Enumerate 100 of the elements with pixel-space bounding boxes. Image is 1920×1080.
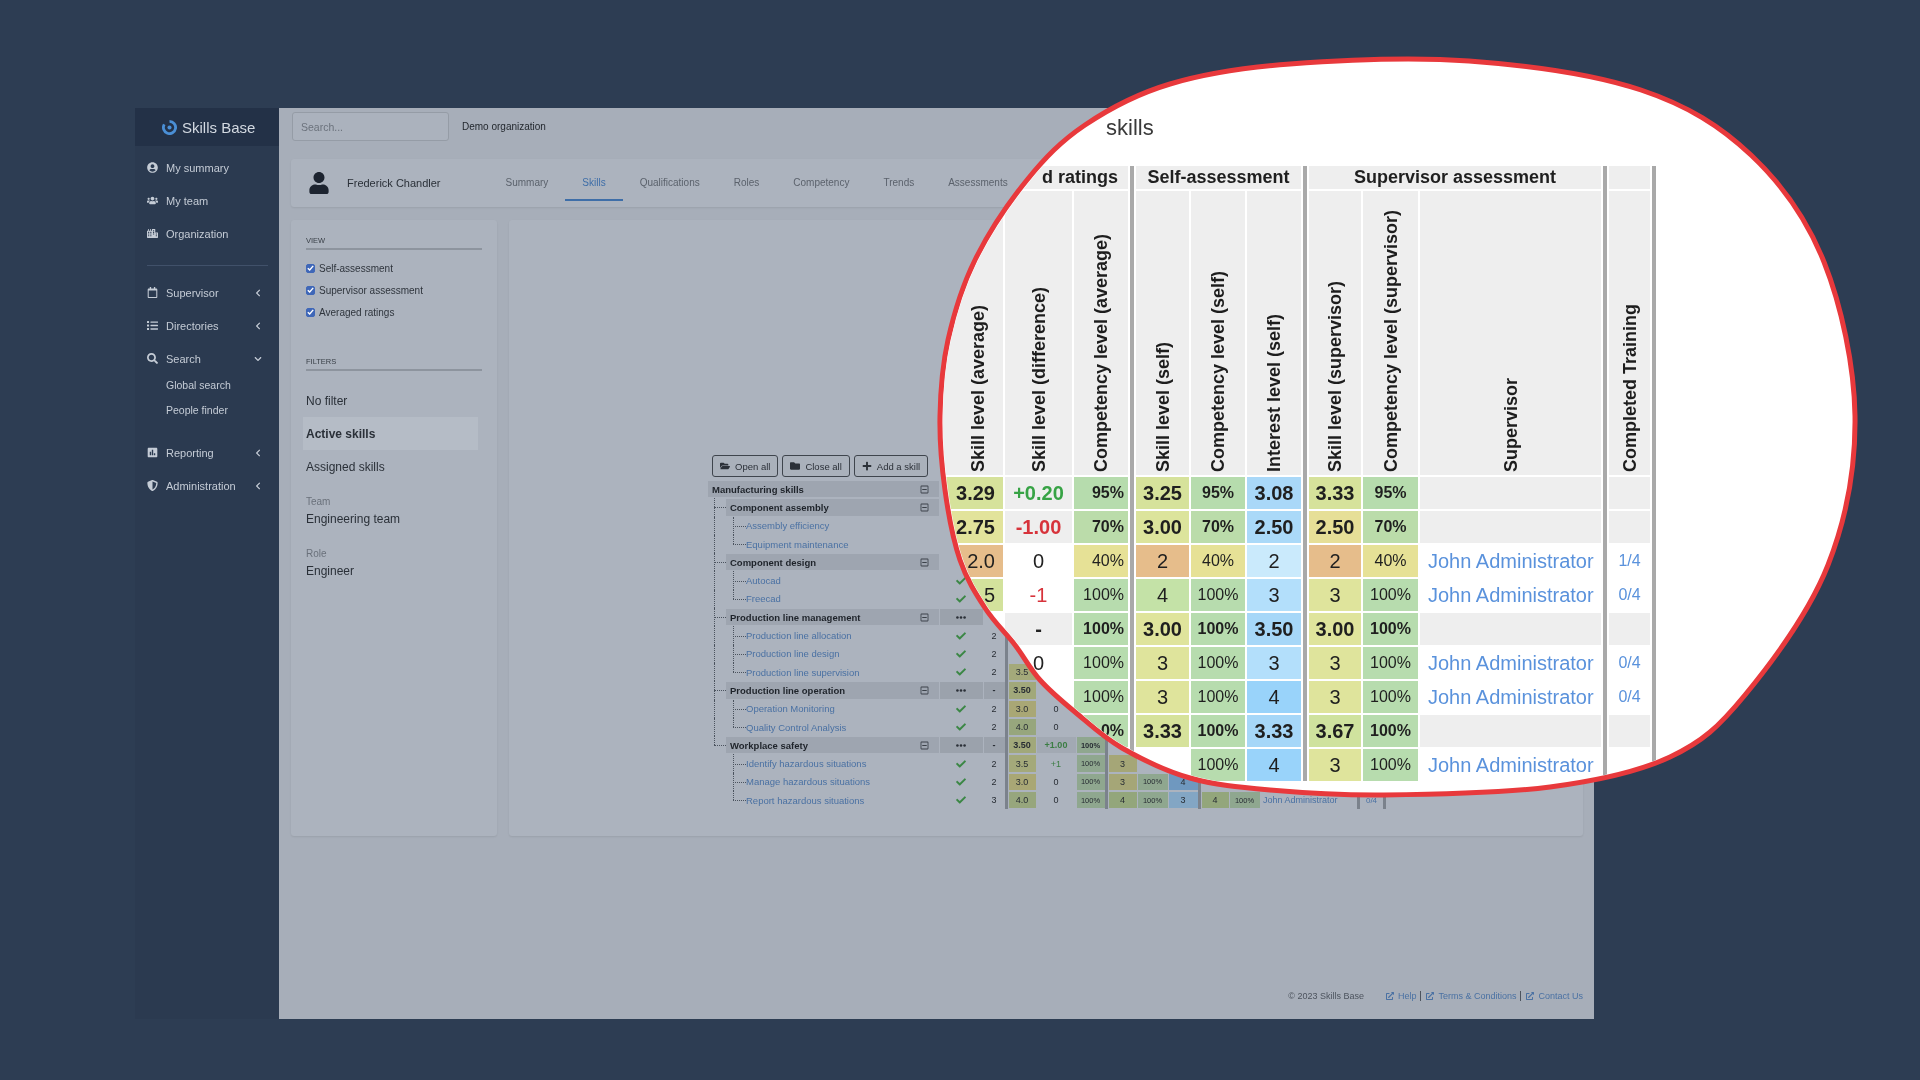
tab[interactable]: Summary: [488, 159, 566, 201]
rating-cell: 100%: [1074, 579, 1128, 611]
tab[interactable]: Roles: [716, 159, 777, 201]
nav-item[interactable]: Directories: [135, 309, 279, 342]
checkbox[interactable]: [306, 307, 315, 317]
checkbox[interactable]: [306, 263, 315, 273]
count-cell-text: 2: [990, 702, 998, 716]
filter-option[interactable]: No filter: [303, 384, 478, 417]
rating-cell: 70%: [1074, 511, 1128, 543]
check-icon: [956, 722, 966, 732]
rating-cell: 3.0: [1008, 773, 1036, 791]
checkbox[interactable]: [306, 285, 315, 295]
rating-cell: 40%: [1074, 545, 1128, 577]
footer-link[interactable]: Terms & Conditions: [1420, 991, 1517, 1001]
footer-link[interactable]: Help: [1385, 991, 1417, 1001]
difference-cell-text: 0: [1052, 775, 1060, 789]
tab[interactable]: Trends: [866, 159, 932, 201]
skill-link[interactable]: Freecad: [746, 593, 781, 605]
skill-group-name: Production line operation: [730, 684, 846, 696]
nav-item[interactable]: My summary: [135, 151, 279, 184]
rating-cell: 2: [1247, 545, 1301, 577]
tool-button[interactable]: Add a skill: [853, 455, 929, 477]
folder-open-icon: [720, 461, 730, 471]
rating-cell: 2.50: [1309, 511, 1361, 543]
more-button[interactable]: [939, 737, 983, 754]
nav-item[interactable]: Administration: [135, 469, 279, 502]
tab[interactable]: Competency: [776, 159, 867, 201]
difference-cell: -: [1005, 613, 1072, 645]
skill-link[interactable]: Production line design: [746, 648, 840, 660]
supervisor-link[interactable]: John Administrator: [1428, 685, 1594, 709]
training-link[interactable]: 0/4: [1618, 651, 1641, 675]
skill-link[interactable]: Assembly efficiency: [746, 520, 830, 532]
nav-subitem[interactable]: People finder: [135, 397, 279, 422]
skill-link[interactable]: Manage hazardous situations: [746, 776, 871, 788]
skill-group-name: Component design: [730, 556, 817, 568]
calendar-icon: [147, 287, 158, 298]
more-button[interactable]: [939, 682, 983, 699]
skill-link[interactable]: Equipment maintenance: [746, 538, 849, 550]
footer-link[interactable]: Contact Us: [1520, 991, 1583, 1001]
skill-link[interactable]: Production line supervision: [746, 666, 860, 678]
difference-cell-text: 0: [1052, 702, 1060, 716]
rating-cell: 70%: [1363, 511, 1418, 543]
check-icon: [956, 703, 966, 714]
checkbox-label: Self-assessment: [319, 262, 393, 274]
training-link[interactable]: 0/4: [1618, 685, 1641, 709]
search-icon: [147, 353, 158, 364]
nav-subitem[interactable]: Global search: [135, 372, 279, 397]
rating-cell: 100%: [1191, 647, 1245, 679]
tab[interactable]: Qualifications: [622, 159, 717, 201]
rating-cell: 3.33: [1136, 715, 1189, 747]
supervisor-link[interactable]: John Administrator: [1428, 549, 1594, 573]
tab[interactable]: Skills: [565, 159, 623, 201]
skill-link[interactable]: Production line allocation: [746, 630, 852, 641]
tool-button[interactable]: Open all: [712, 455, 779, 477]
nav-item[interactable]: Organization: [135, 217, 279, 250]
rating-cell: 4: [1247, 749, 1301, 781]
rating-cell: 2.50: [1247, 511, 1301, 543]
external-link-icon: [1426, 992, 1435, 1000]
count-cell: -: [983, 682, 1005, 699]
skill-group-name: Component assembly: [730, 501, 829, 513]
rating-cell: 4.0: [1008, 792, 1036, 809]
search-field[interactable]: Search...: [292, 112, 449, 141]
filter-option[interactable]: Assigned skills: [303, 450, 478, 483]
count-cell-text: 2: [990, 647, 998, 661]
skill-group-name: Manufacturing skills: [712, 483, 804, 495]
skill-link[interactable]: Autocad: [746, 575, 781, 587]
supervisor-link[interactable]: John Administrator: [1428, 651, 1594, 675]
nav-item[interactable]: Search: [135, 342, 279, 375]
skill-group-name: Workplace safety: [730, 739, 808, 751]
tool-button[interactable]: Close all: [782, 455, 850, 477]
training-link[interactable]: 0/4: [1618, 583, 1641, 607]
skill-link[interactable]: Operation Monitoring: [746, 703, 835, 715]
column-header: Competency level (supervisor): [1363, 191, 1418, 475]
nav-item[interactable]: Supervisor: [135, 276, 279, 309]
skill-link[interactable]: Report hazardous situations: [746, 794, 865, 806]
rating-cell: 3.50: [1008, 682, 1036, 699]
rating-cell: 95%: [1074, 477, 1128, 509]
person-icon: [308, 172, 330, 194]
person-name: Frederick Chandler: [347, 177, 441, 189]
count-cell-text: 2: [990, 629, 998, 643]
rating-cell: 4: [1108, 792, 1137, 809]
training-link[interactable]: 0/4: [1365, 795, 1378, 805]
rating-cell: 3.50: [1247, 613, 1301, 645]
rating-cell: 3: [1108, 773, 1137, 791]
filter-option[interactable]: Active skills: [303, 417, 478, 450]
more-icon: [956, 688, 966, 692]
more-button[interactable]: [939, 609, 983, 626]
supervisor-link[interactable]: John Administrator: [1428, 583, 1594, 607]
rating-cell: 3.00: [1136, 511, 1189, 543]
skill-link[interactable]: Identify hazardous situations: [746, 758, 867, 770]
supervisor-link[interactable]: John Administrator: [1428, 753, 1594, 777]
rating-cell: 3.5: [1008, 755, 1036, 772]
supervisor-link[interactable]: John Administrator: [1260, 795, 1338, 806]
training-link[interactable]: 1/4: [1618, 549, 1641, 573]
rating-cell: 95%: [1363, 477, 1418, 509]
rating-cell: 3: [1309, 647, 1361, 679]
difference-cell: +0.20: [1005, 477, 1072, 509]
nav-item[interactable]: My team: [135, 184, 279, 217]
skill-link[interactable]: Quality Control Analysis: [746, 721, 847, 733]
nav-item[interactable]: Reporting: [135, 436, 279, 469]
